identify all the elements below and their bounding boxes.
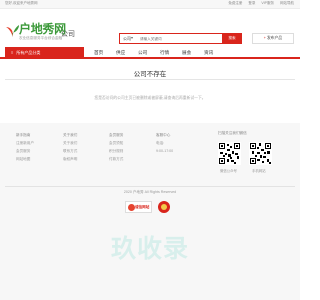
site-nav-link[interactable]: 网站导航: [280, 1, 294, 6]
divider: [5, 79, 295, 80]
brand-slogan: 农业信息服务平台综合金融: [19, 36, 63, 40]
vip-link[interactable]: VIP服务: [261, 1, 274, 6]
qr-caption: 手机网站: [252, 169, 266, 173]
site-logo[interactable]: 户地秀网 公司 农业信息服务平台综合金融: [5, 21, 101, 47]
page-title: 公司不存在: [133, 71, 167, 78]
footer-link[interactable]: 付款方式: [109, 155, 123, 163]
police-badge-icon[interactable]: [158, 201, 170, 213]
nav-item-company[interactable]: 公司: [138, 47, 147, 59]
footer-link[interactable]: 会员服务: [16, 147, 34, 155]
footer: 新手指南 注册新用户 会员服务 网站地图 关于我们 关于我们 联系方式 版权声明…: [0, 123, 300, 300]
top-bar: 您好,欢迎来户地秀网 免费注册 登录 VIP服务 网站导航: [0, 0, 300, 9]
badge-seal-icon: [128, 204, 135, 211]
footer-link[interactable]: 注册新用户: [16, 139, 34, 147]
nav-item-news[interactable]: 资讯: [204, 47, 213, 59]
footer-column-head: 会员服务: [109, 133, 124, 137]
footer-column-service: 客服中心 电话: 9:00-17:00: [156, 131, 173, 155]
footer-text: 9:00-17:00: [156, 149, 174, 153]
brand-name: 户地秀网: [19, 22, 66, 36]
badge-label: 诚信网站: [135, 205, 150, 209]
footer-divider: [5, 186, 295, 187]
header: 户地秀网 公司 农业信息服务平台综合金融 公司 ▾ 搜索 +发布产品: [0, 9, 300, 44]
footer-column-head: 新手指南: [16, 133, 31, 137]
login-link[interactable]: 登录: [248, 1, 255, 6]
category-label: 所有产品分类: [16, 50, 41, 55]
footer-text: 电话:: [156, 141, 165, 145]
nav-item-market[interactable]: 行情: [160, 47, 169, 59]
watermark: 玖收录: [110, 235, 189, 263]
footer-column-guide: 新手指南 注册新用户 会员服务 网站地图: [16, 131, 34, 163]
footer-column-about: 关于我们 关于我们 联系方式 版权声明: [63, 131, 77, 163]
copyright-text: 2020 户地秀 All Rights Reserved: [123, 190, 177, 194]
footer-column-member: 会员服务 会员须知 积分规则 付款方式: [109, 131, 123, 163]
brand-suffix: 公司: [61, 31, 75, 38]
chevron-down-icon[interactable]: ▾: [131, 35, 133, 40]
nav-item-supply[interactable]: 供应: [116, 47, 125, 59]
search-button[interactable]: 搜索: [222, 33, 242, 44]
wechat-qr-code: [218, 142, 241, 165]
nav-item-home[interactable]: 首页: [94, 47, 103, 59]
welcome-text: 您好,欢迎来户地秀网: [5, 1, 38, 5]
search-scope-select[interactable]: 公司: [123, 36, 131, 42]
footer-link[interactable]: 积分规则: [109, 147, 123, 155]
footer-link[interactable]: 联系方式: [63, 147, 77, 155]
menu-icon: ≡: [11, 50, 14, 55]
leaf-logo-icon: [6, 25, 19, 37]
search-input[interactable]: [140, 35, 212, 42]
publish-product-button[interactable]: +发布产品: [252, 33, 294, 44]
top-links: 免费注册 登录 VIP服务 网站导航: [228, 1, 294, 6]
footer-column-head: 客服中心: [156, 133, 171, 137]
footer-link[interactable]: 网站地图: [16, 155, 34, 163]
trust-badge[interactable]: 诚信网站: [125, 201, 152, 213]
emblem-icon: [161, 204, 167, 210]
mobile-qr-code: [249, 142, 272, 165]
qr-caption: 微信公众号: [220, 169, 237, 173]
footer-column-head: 关于我们: [63, 133, 78, 137]
qr-title: 扫描关注我们微信: [218, 131, 247, 135]
footer-link[interactable]: 会员须知: [109, 139, 123, 147]
error-message: 您是否访问的公司主页已被删除或被屏蔽,请查询后再重新试一下。: [94, 96, 206, 100]
trust-badges: 诚信网站: [125, 201, 175, 213]
nav-item-exhibition[interactable]: 展会: [182, 47, 191, 59]
plus-icon: +: [263, 36, 267, 40]
search-box: 公司 ▾ 搜索: [119, 33, 242, 44]
main-nav: ≡ 所有产品分类 首页 供应 公司 行情 展会 资讯: [0, 47, 300, 59]
category-menu[interactable]: ≡ 所有产品分类: [5, 47, 84, 59]
footer-link[interactable]: 版权声明: [63, 155, 77, 163]
register-link[interactable]: 免费注册: [228, 1, 242, 6]
footer-link[interactable]: 关于我们: [63, 139, 77, 147]
publish-label: 发布产品: [267, 36, 283, 40]
